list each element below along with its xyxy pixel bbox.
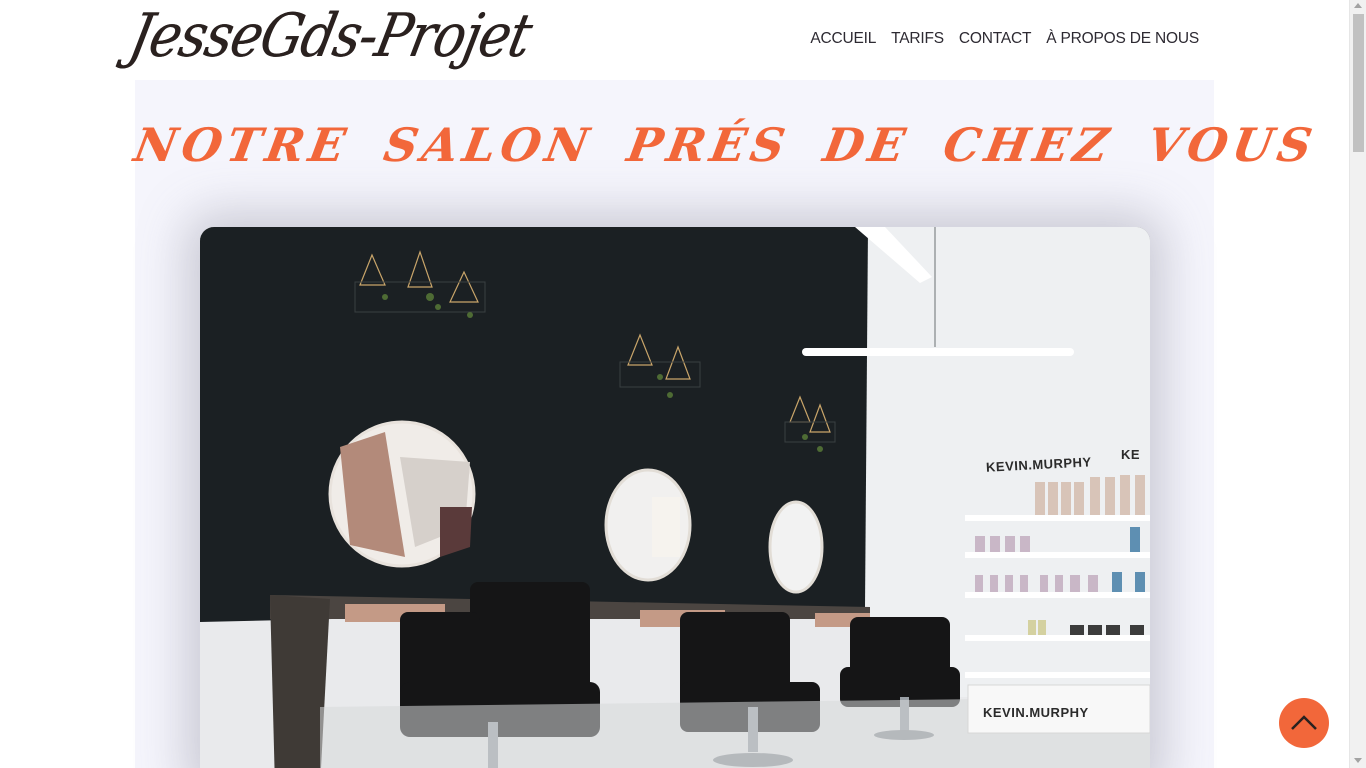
scrollbar[interactable]: [1349, 0, 1366, 768]
nav-link-contact[interactable]: CONTACT: [959, 30, 1032, 48]
nav-link-accueil[interactable]: ACCUEIL: [810, 30, 876, 48]
site-logo[interactable]: JesseGds-Projet: [123, 2, 536, 71]
nav-link-a-propos[interactable]: À PROPOS DE NOUS: [1046, 30, 1199, 48]
brand-sign-bottom: KEVIN.MURPHY: [983, 705, 1089, 720]
scroll-up-arrow-icon[interactable]: [1354, 3, 1362, 8]
scroll-to-top-button[interactable]: [1279, 698, 1329, 748]
scrollbar-thumb[interactable]: [1353, 14, 1364, 152]
site-header: JesseGds-Projet ACCUEIL TARIFS CONTACT À…: [123, 0, 1214, 80]
page: JesseGds-Projet ACCUEIL TARIFS CONTACT À…: [0, 0, 1349, 768]
nav-link-tarifs[interactable]: TARIFS: [891, 30, 944, 48]
salon-photo: KEVIN.MURPHY KE KEVIN.MURPHY: [200, 227, 1150, 768]
hero-title: NOTRE SALON PRÉS DE CHEZ VOUS: [130, 118, 1321, 172]
scroll-down-arrow-icon[interactable]: [1354, 758, 1362, 763]
main-nav: ACCUEIL TARIFS CONTACT À PROPOS DE NOUS: [810, 30, 1199, 48]
chevron-up-icon: [1291, 715, 1317, 730]
brand-sign-partial: KE: [1121, 447, 1141, 462]
